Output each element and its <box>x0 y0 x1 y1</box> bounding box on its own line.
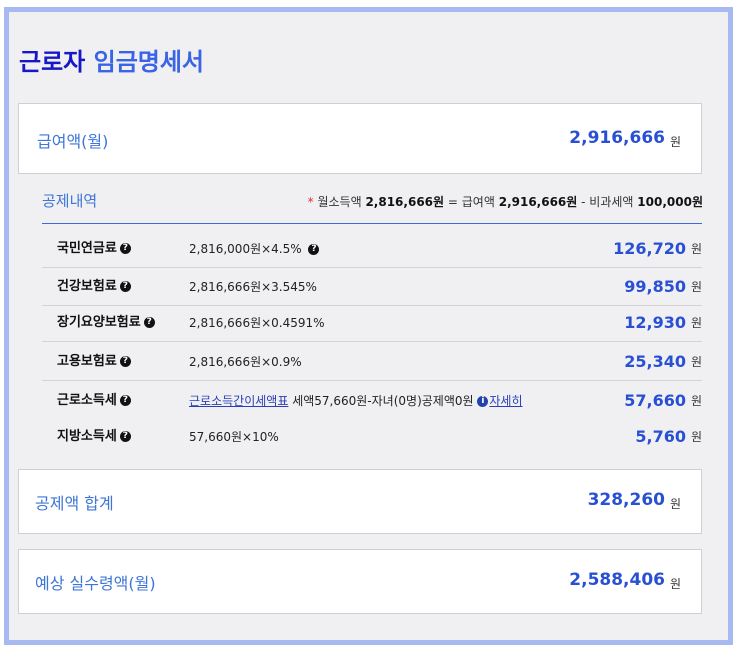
row-calc: 2,816,000원×4.5% ? <box>189 230 320 268</box>
row-unit: 원 <box>690 430 702 444</box>
deduction-row-pension: 국민연금료? 2,816,000원×4.5% ? 126,720 원 <box>42 230 702 268</box>
row-calc: 2,816,666원×0.9% <box>189 355 302 369</box>
help-icon[interactable]: ? <box>119 356 131 367</box>
page-title-prefix: 근로자 <box>19 48 86 76</box>
salary-value: 2,916,666 <box>569 128 665 148</box>
row-unit: 원 <box>690 242 702 256</box>
formula-eq: = 급여액 <box>447 195 495 209</box>
row-name-text: 장기요양보험료 <box>57 315 141 330</box>
row-name-text: 국민연금료 <box>57 241 117 256</box>
deduction-row-employment: 고용보험료? 2,816,666원×0.9% 25,340 원 <box>42 343 702 381</box>
row-amount: 57,660 <box>624 391 686 410</box>
row-name: 근로소득세? <box>57 382 131 420</box>
net-pay-box: 예상 실수령액(월) 2,588,406 원 <box>18 549 702 614</box>
row-name-text: 고용보험료 <box>57 354 117 369</box>
net-value: 2,588,406 <box>569 570 665 590</box>
row-name-text: 근로소득세 <box>57 393 117 408</box>
formula-star: * <box>307 195 314 209</box>
row-name: 고용보험료? <box>57 343 131 381</box>
row-amount: 5,760 <box>635 427 686 446</box>
deduction-row-health: 건강보험료? 2,816,666원×3.545% 99,850 원 <box>42 268 702 306</box>
row-name-text: 건강보험료 <box>57 279 117 294</box>
row-amount: 25,340 <box>624 352 686 371</box>
row-amount: 126,720 <box>613 239 686 258</box>
tax-table-link[interactable]: 근로소득간이세액표 <box>189 394 288 408</box>
net-label: 예상 실수령액(월) <box>35 574 156 593</box>
formula-income: 2,816,666원 <box>365 195 445 209</box>
row-name: 국민연금료? <box>57 230 131 268</box>
row-calc-text: 세액57,660원-자녀(0명)공제액0원 <box>292 394 474 408</box>
row-unit: 원 <box>690 280 702 294</box>
total-label: 공제액 합계 <box>35 494 114 513</box>
salary-label: 급여액(월) <box>37 132 109 151</box>
help-icon[interactable]: ? <box>119 395 131 406</box>
row-separator <box>42 341 702 342</box>
income-formula: * 월소득액 2,816,666원 = 급여액 2,916,666원 - 비과세… <box>308 193 703 210</box>
salary-box: 급여액(월) 2,916,666 원 <box>18 103 702 174</box>
row-calc: 2,816,666원×3.545% <box>189 280 317 294</box>
help-icon[interactable]: ? <box>119 431 131 442</box>
page-title: 근로자 임금명세서 <box>19 42 204 77</box>
row-name: 지방소득세? <box>57 418 131 456</box>
info-icon[interactable]: i <box>477 396 489 407</box>
help-icon[interactable]: ? <box>119 243 131 254</box>
row-separator <box>42 380 702 381</box>
row-calc: 57,660원×10% <box>189 430 279 444</box>
row-amount: 99,850 <box>624 277 686 296</box>
total-unit: 원 <box>669 497 681 511</box>
formula-prefix: 월소득액 <box>317 195 362 209</box>
help-icon[interactable]: ? <box>143 317 155 328</box>
row-name: 장기요양보험료? <box>57 304 155 342</box>
formula-nontax: 100,000원 <box>637 195 703 209</box>
detail-link[interactable]: 자세히 <box>489 394 522 408</box>
deduction-row-local-tax: 지방소득세? 57,660원×10% 5,760 원 <box>42 418 702 456</box>
row-calc: 2,816,666원×0.4591% <box>189 316 325 330</box>
row-unit: 원 <box>690 394 702 408</box>
deduction-row-income-tax: 근로소득세? 근로소득간이세액표 세액57,660원-자녀(0명)공제액0원 i… <box>42 382 702 420</box>
total-deduction-box: 공제액 합계 328,260 원 <box>18 469 702 534</box>
formula-salary: 2,916,666원 <box>498 195 578 209</box>
deductions-heading: 공제내역 <box>42 192 98 210</box>
help-icon[interactable]: ? <box>308 244 320 255</box>
formula-minus: - 비과세액 <box>581 195 634 209</box>
row-name: 건강보험료? <box>57 268 131 306</box>
divider <box>42 223 702 224</box>
row-amount: 12,930 <box>624 313 686 332</box>
net-unit: 원 <box>669 577 681 591</box>
deduction-row-longterm-care: 장기요양보험료? 2,816,666원×0.4591% 12,930 원 <box>42 304 702 342</box>
row-unit: 원 <box>690 316 702 330</box>
row-calc-text: 2,816,000원×4.5% <box>189 242 302 256</box>
total-value: 328,260 <box>587 490 665 510</box>
row-calc: 근로소득간이세액표 세액57,660원-자녀(0명)공제액0원 i 자세히 <box>189 382 523 420</box>
salary-unit: 원 <box>669 135 681 149</box>
row-name-text: 지방소득세 <box>57 429 117 444</box>
help-icon[interactable]: ? <box>119 281 131 292</box>
page-title-main: 임금명세서 <box>93 48 205 76</box>
row-unit: 원 <box>690 355 702 369</box>
